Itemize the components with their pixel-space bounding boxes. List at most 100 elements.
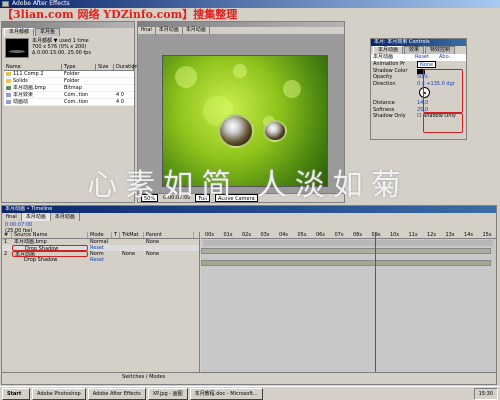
viewer-tab[interactable]: 本月动画	[183, 27, 210, 34]
item-name: 动画动	[13, 99, 29, 105]
bokeh-light	[283, 80, 301, 98]
effect-header: 本月动画 Reset Abo...	[371, 54, 466, 61]
col-size[interactable]: Size	[96, 64, 114, 70]
col-source-name: Source Name	[12, 232, 88, 238]
timeline-tab[interactable]: final	[2, 213, 22, 221]
project-thumbnail	[5, 38, 29, 58]
effect-layer-name: 本月动画	[373, 54, 394, 60]
project-item[interactable]: 本月效果 Com..tion 4 0	[4, 92, 134, 99]
ruler-tick-label: 13s	[445, 232, 455, 238]
param-label: Shadow Only	[373, 113, 406, 119]
viewer-tab[interactable]: final	[138, 27, 156, 34]
item-type: Com..tion	[64, 99, 89, 105]
effect-tab[interactable]: 特效控制	[425, 46, 456, 54]
col-t: T	[112, 232, 120, 238]
timeline-title: 本月动画 • Timeline	[2, 206, 496, 213]
project-tab-2[interactable]: 本月鱼	[35, 28, 61, 36]
taskbar-item[interactable]: 本月教程.doc - Microsoft...	[189, 388, 263, 400]
taskbar-item[interactable]: Adobe Photoshop	[32, 388, 86, 400]
item-type: Folder	[64, 71, 80, 77]
highlight-box	[423, 69, 463, 113]
source-watermark: 【3lian.com 网络 YDZinfo.com】搜集整理	[2, 8, 238, 21]
timeline-tabs: final 本月动画 本月动画	[2, 213, 496, 221]
layer-trkmat[interactable]	[120, 239, 144, 245]
item-name: 本月效果	[13, 92, 34, 98]
ruler-tick-label: 08s	[353, 232, 362, 238]
col-duration[interactable]: Duration	[114, 64, 138, 70]
layer-list: # Source Name Mode T TrkMat Parent 1 本月动…	[2, 232, 200, 372]
taskbar-item[interactable]: Adobe After Effects	[87, 388, 146, 400]
col-trkmat: TrkMat	[120, 232, 144, 238]
taskbar-item[interactable]: XP.jpg - 画图	[147, 388, 188, 400]
folder-icon	[6, 71, 11, 76]
item-size	[96, 85, 114, 91]
work-area-bar[interactable]	[203, 240, 493, 246]
viewer-tab[interactable]: 本月动画	[156, 27, 183, 34]
layer-duration-bar[interactable]	[201, 248, 491, 254]
project-item[interactable]: 111 Comp 2 Folder	[4, 71, 134, 78]
ruler-tick-label: 02s	[242, 232, 251, 238]
bokeh-light	[175, 66, 197, 88]
col-mode: Mode	[88, 232, 112, 238]
windows-taskbar: Start Adobe Photoshop Adobe After Effect…	[0, 386, 500, 400]
item-type: Folder	[64, 78, 80, 84]
effect-tab[interactable]: 效果	[404, 46, 425, 54]
ruler-tick-label: 10s	[390, 232, 399, 238]
effect-tab[interactable]: 本月动画	[373, 46, 404, 54]
item-duration	[114, 85, 134, 91]
layer-duration-bar[interactable]	[201, 260, 491, 266]
viewer-tabs: final 本月动画 本月动画	[138, 27, 344, 34]
timeline-footer: Switches / Modes	[2, 372, 496, 380]
switches-modes-toggle[interactable]: Switches / Modes	[122, 374, 165, 380]
project-info: 本月都都 ▼ used 1 time 700 x 576 (0% x 200) …	[32, 38, 91, 56]
ruler-tick-label: 14s	[464, 232, 473, 238]
effect-name[interactable]: Drop Shadow	[12, 257, 88, 263]
folder-icon	[6, 78, 11, 83]
current-time-indicator[interactable]	[375, 232, 376, 372]
calligraphy-watermark: 心素如简 人淡如菊	[87, 168, 409, 203]
project-tab-1[interactable]: 本月都都	[4, 28, 35, 36]
ruler-tick-label: 04s	[279, 232, 288, 238]
item-size	[96, 99, 114, 105]
project-info-line: Δ 0:00:15:00, 25.00 fps	[32, 50, 91, 56]
layer-columns: # Source Name Mode T TrkMat Parent	[2, 232, 199, 239]
item-name: 111 Comp 2	[13, 71, 44, 77]
highlight-box	[423, 113, 463, 133]
item-size	[96, 78, 114, 84]
item-type: Com..tion	[64, 92, 89, 98]
item-size	[96, 92, 114, 98]
project-item[interactable]: 动画动 Com..tion 4 0	[4, 99, 134, 106]
effect-controls-title: 本月: 本月效果 Controls	[371, 39, 466, 46]
start-button[interactable]: Start	[2, 388, 30, 400]
effect-about-link[interactable]: Abo...	[439, 54, 453, 61]
water-drop-large	[218, 114, 254, 148]
project-item[interactable]: Solids Folder	[4, 78, 134, 85]
item-name: 本月动画.bmp	[13, 85, 46, 91]
project-tabs: 本月都都 本月鱼	[2, 28, 134, 36]
ruler-tick-label: 07s	[334, 232, 344, 238]
item-duration	[114, 78, 134, 84]
layer-parent[interactable]: None	[144, 239, 194, 245]
item-name: Solids	[13, 78, 28, 84]
param-value[interactable]: None	[417, 61, 437, 68]
ruler-tick-label: 11s	[408, 232, 418, 238]
ruler-tick-label: 03s	[260, 232, 270, 238]
col-type[interactable]: Type	[62, 64, 96, 70]
layer-parent[interactable]: None	[144, 251, 194, 257]
composition-icon	[6, 92, 11, 97]
project-item[interactable]: 本月动画.bmp Bitmap	[4, 85, 134, 92]
timeline-tab[interactable]: 本月动画	[51, 213, 80, 221]
effect-reset[interactable]: Reset	[88, 257, 112, 263]
layer-trkmat[interactable]: None	[120, 251, 144, 257]
time-ruler[interactable]: 00s01s02s03s04s05s06s07s08s09s10s11s12s1…	[201, 232, 496, 239]
col-name[interactable]: Name	[4, 64, 62, 70]
ruler-tick-label: 12s	[427, 232, 436, 238]
effect-reset-link[interactable]: Reset	[415, 54, 439, 61]
layer-effect-row[interactable]: Drop Shadow Reset	[2, 257, 199, 263]
system-clock: 15:30	[473, 388, 498, 400]
time-graph[interactable]: 00s01s02s03s04s05s06s07s08s09s10s11s12s1…	[201, 232, 496, 372]
item-duration: 4 0	[116, 99, 124, 105]
item-duration: 4 0	[116, 92, 124, 98]
timeline-tab[interactable]: 本月动画	[21, 213, 51, 221]
col-parent: Parent	[144, 232, 194, 238]
